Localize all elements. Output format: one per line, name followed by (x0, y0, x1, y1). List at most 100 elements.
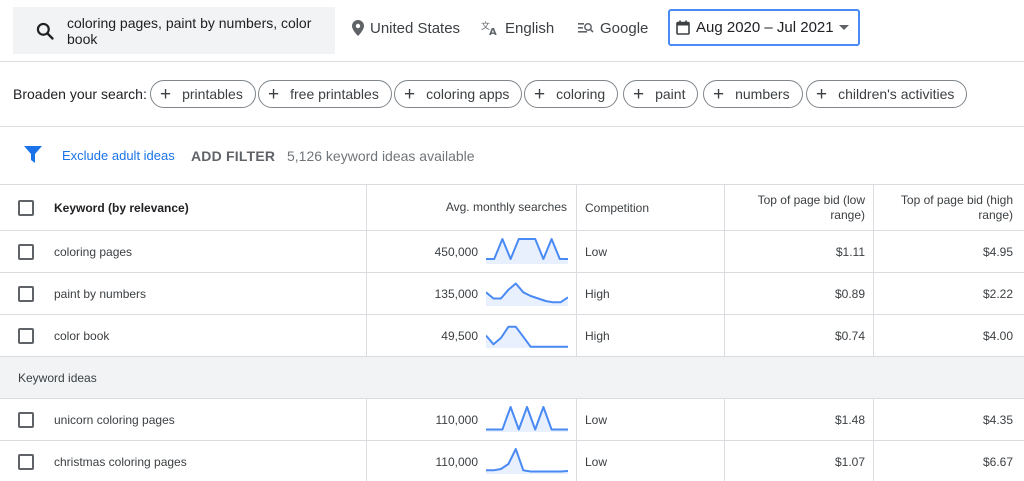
sparkline-area (486, 326, 568, 348)
competition-cell: Low (585, 454, 608, 469)
row-checkbox[interactable] (18, 454, 34, 470)
column-divider (576, 273, 577, 314)
bid-low-cell: $1.48 (834, 412, 865, 427)
dropdown-caret-icon (839, 25, 849, 30)
trend-sparkline (486, 238, 568, 264)
bid-high-cell: $4.00 (982, 328, 1013, 343)
row-checkbox[interactable] (18, 328, 34, 344)
plus-icon: + (633, 83, 645, 105)
column-divider (873, 399, 874, 440)
header-competition[interactable]: Competition (585, 185, 649, 230)
table-row[interactable]: paint by numbers 135,000 High $0.89 $2.2… (0, 273, 1024, 315)
row-checkbox[interactable] (18, 286, 34, 302)
broaden-label: Broaden your search: (13, 86, 147, 102)
table-header-row: Keyword (by relevance) Avg. monthly sear… (0, 185, 1024, 231)
column-divider (576, 399, 577, 440)
translate-icon: 文 A (481, 20, 497, 36)
competition-cell: High (585, 328, 610, 343)
trend-sparkline (486, 448, 568, 474)
keyword-cell: color book (54, 328, 110, 343)
column-divider (366, 441, 367, 481)
column-divider (576, 231, 577, 272)
bid-high-cell: $6.67 (982, 454, 1013, 469)
column-divider (576, 441, 577, 481)
keyword-cell: unicorn coloring pages (54, 412, 175, 427)
table-row[interactable]: christmas coloring pages 110,000 Low $1.… (0, 441, 1024, 481)
chip-label: paint (655, 86, 686, 102)
sparkline-line (486, 448, 568, 473)
competition-cell: High (585, 286, 610, 301)
search-query[interactable]: coloring pages, paint by numbers, color … (67, 15, 317, 47)
column-divider (873, 315, 874, 356)
column-divider (873, 231, 874, 272)
column-divider (724, 315, 725, 356)
row-checkbox[interactable] (18, 412, 34, 428)
chip-childrens-activities[interactable]: + children's activities (806, 80, 968, 108)
add-filter-button[interactable]: ADD FILTER (191, 148, 275, 164)
table-row[interactable]: unicorn coloring pages 110,000 Low $1.48… (0, 399, 1024, 441)
searches-cell: 49,500 (441, 328, 478, 343)
competition-cell: Low (585, 244, 608, 259)
column-divider (366, 185, 367, 230)
language-label: English (505, 19, 555, 37)
select-all-checkbox[interactable] (18, 200, 34, 216)
chip-coloring[interactable]: + coloring (524, 80, 619, 108)
searches-cell: 110,000 (435, 454, 479, 469)
location-pin-icon (352, 20, 364, 36)
header-avg-monthly-searches[interactable]: Avg. monthly searches (370, 185, 567, 230)
searches-cell: 110,000 (435, 412, 479, 427)
header-keyword[interactable]: Keyword (by relevance) (54, 185, 189, 230)
plus-icon: + (713, 83, 725, 105)
exclude-adult-ideas-link[interactable]: Exclude adult ideas (62, 148, 175, 163)
sparkline-area (486, 407, 568, 432)
chip-free-printables[interactable]: + free printables (258, 80, 392, 108)
top-bar: coloring pages, paint by numbers, color … (0, 0, 1024, 61)
search-box[interactable]: coloring pages, paint by numbers, color … (13, 7, 335, 54)
searches-cell: 450,000 (434, 244, 478, 259)
chip-numbers[interactable]: + numbers (703, 80, 803, 108)
search-icon (36, 22, 54, 40)
chip-label: coloring apps (426, 86, 510, 102)
column-divider (576, 185, 577, 230)
column-divider (873, 185, 874, 230)
trend-sparkline (486, 282, 568, 306)
bid-low-cell: $0.89 (834, 286, 865, 301)
column-divider (576, 315, 577, 356)
bid-high-cell: $4.95 (982, 244, 1013, 259)
keyword-cell: coloring pages (54, 244, 133, 259)
chip-coloring-apps[interactable]: + coloring apps (394, 80, 523, 108)
column-divider (724, 185, 725, 230)
date-range-label: Aug 2020 – Jul 2021 (696, 19, 834, 36)
divider (0, 126, 1024, 127)
plus-icon: + (534, 83, 546, 105)
date-range-selector[interactable]: Aug 2020 – Jul 2021 (668, 9, 860, 46)
location-label: United States (370, 19, 461, 37)
row-checkbox[interactable] (18, 244, 34, 260)
column-divider (366, 315, 367, 356)
location-selector[interactable]: United States (352, 19, 460, 37)
chip-label: free printables (290, 86, 379, 102)
network-selector[interactable]: Google (578, 19, 648, 37)
header-bid-high[interactable]: Top of page bid (high range) (884, 185, 1013, 230)
column-divider (724, 441, 725, 481)
table-row[interactable]: color book 49,500 High $0.74 $4.00 (0, 315, 1024, 357)
filter-icon[interactable] (24, 146, 42, 163)
chip-label: coloring (556, 86, 606, 102)
calendar-icon (676, 20, 690, 35)
header-bid-low[interactable]: Top of page bid (low range) (735, 185, 865, 230)
keyword-table: Keyword (by relevance) Avg. monthly sear… (0, 185, 1024, 481)
trend-sparkline (486, 406, 568, 432)
language-selector[interactable]: 文 A English (481, 19, 554, 37)
keyword-cell: christmas coloring pages (54, 454, 187, 469)
competition-cell: Low (585, 412, 608, 427)
table-row[interactable]: coloring pages 450,000 Low $1.11 $4.95 (0, 231, 1024, 273)
bid-low-cell: $1.11 (835, 244, 865, 259)
ideas-available-count: 5,126 keyword ideas available (287, 148, 475, 164)
trend-sparkline (486, 325, 568, 348)
chip-printables[interactable]: + printables (150, 80, 256, 108)
column-divider (724, 231, 725, 272)
column-divider (873, 441, 874, 481)
column-divider (366, 231, 367, 272)
chip-paint[interactable]: + paint (623, 80, 699, 108)
chip-label: printables (182, 86, 243, 102)
